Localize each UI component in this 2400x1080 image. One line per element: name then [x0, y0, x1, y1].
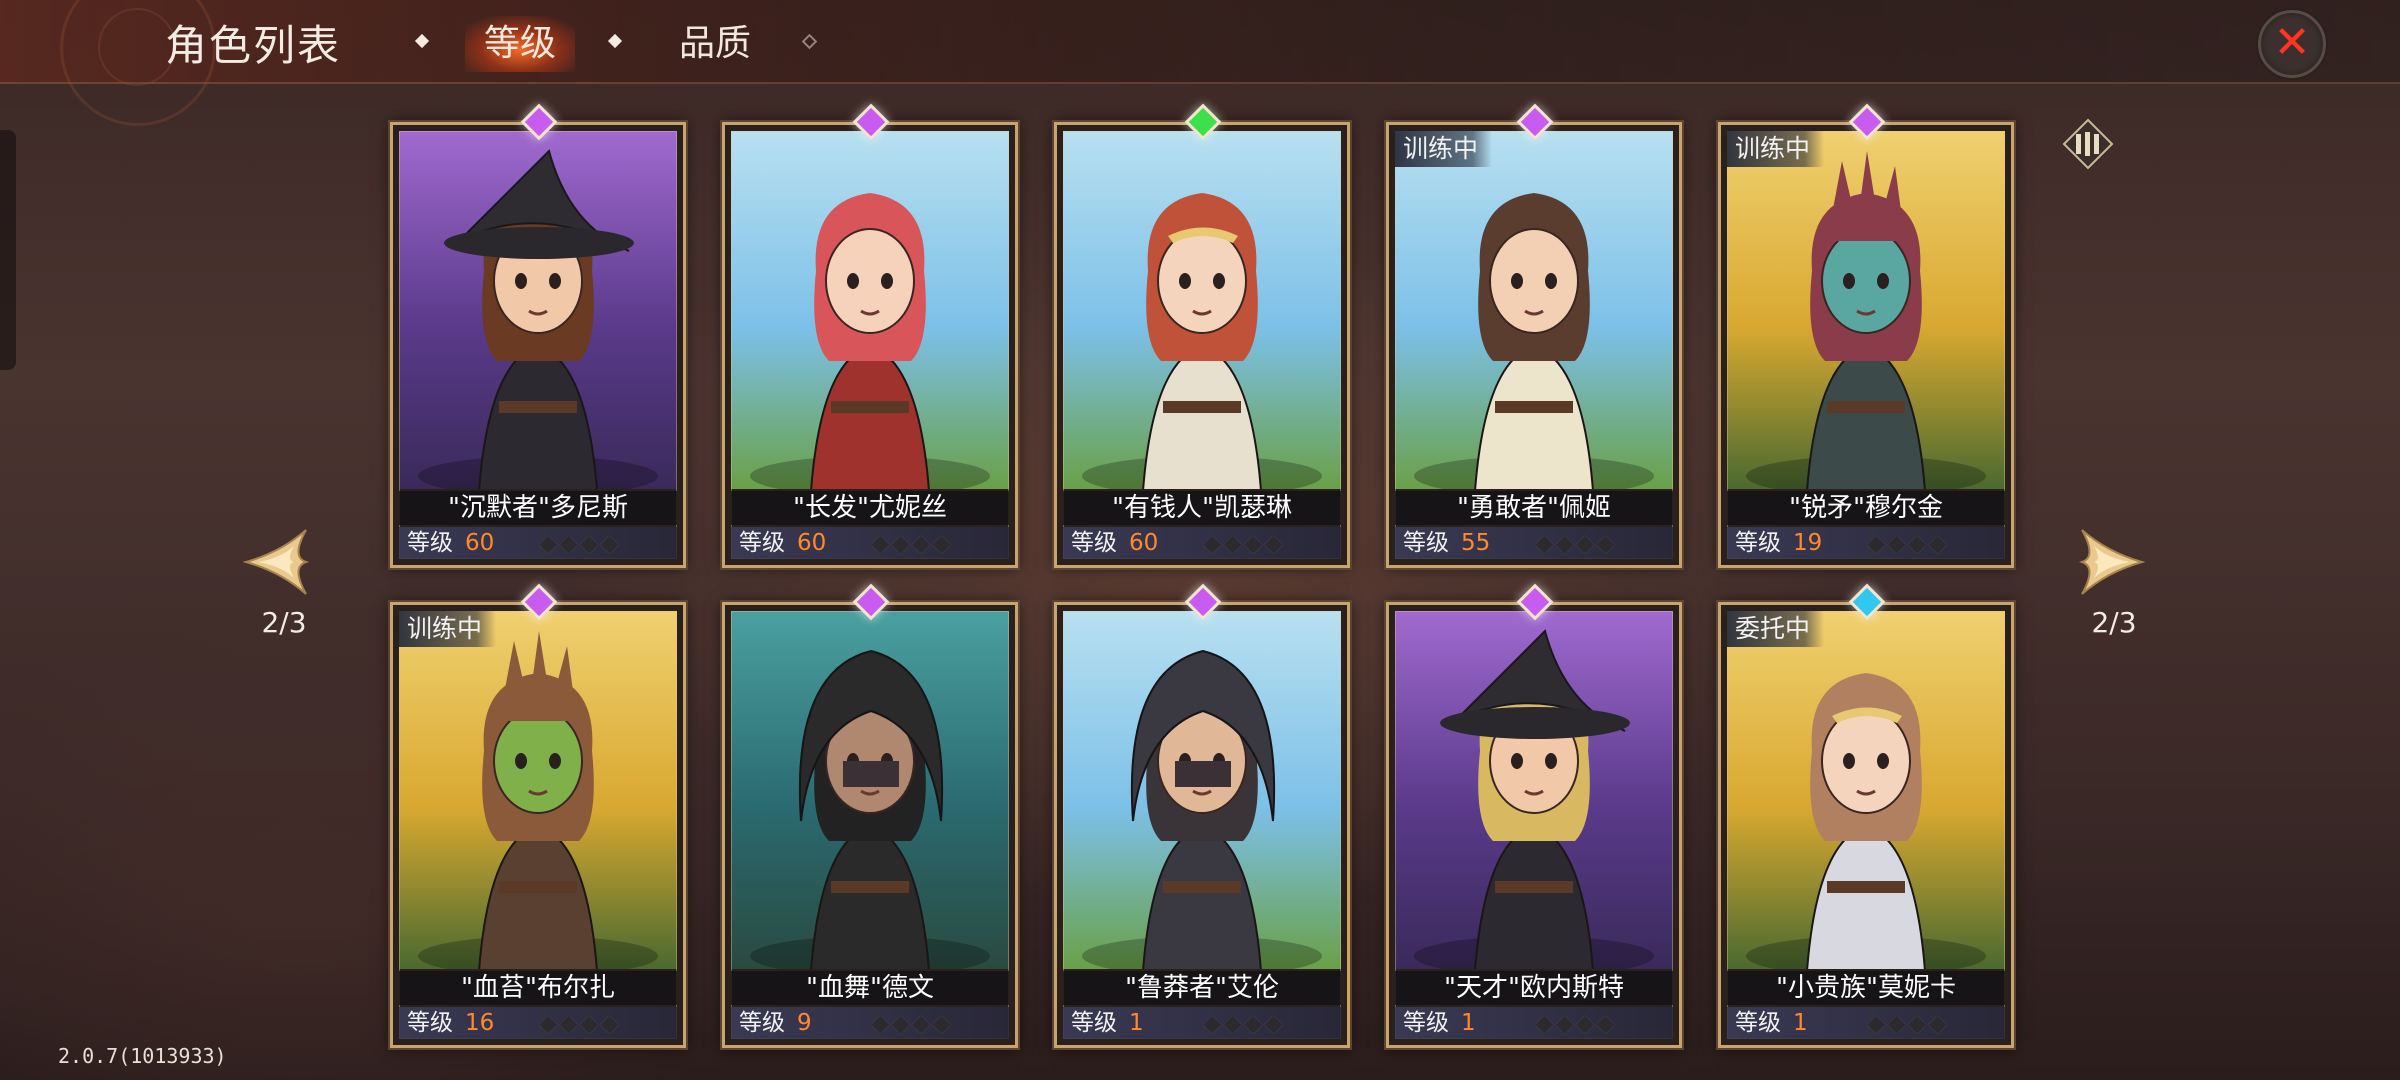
- level-value: 1: [1129, 1010, 1144, 1036]
- hero-card[interactable]: 委托中 "小贵族"莫妮卡 等级 1 ◆◆◆◆: [1718, 583, 2014, 1048]
- level-label: 等级: [1735, 530, 1781, 556]
- screen-root: 角色列表 等级 品质 ✕ 2/3 2/3 "沉默者"多尼斯 等级 60 ◆◆◆◆…: [0, 0, 2400, 1080]
- hero-name: "沉默者"多尼斯: [399, 491, 677, 525]
- hero-name: "锐矛"穆尔金: [1727, 491, 2005, 525]
- level-label: 等级: [1735, 1010, 1781, 1036]
- hero-name: "有钱人"凯瑟琳: [1063, 491, 1341, 525]
- status-tag: 委托中: [1727, 611, 1825, 647]
- tab-quality[interactable]: 品质: [660, 16, 770, 72]
- level-label: 等级: [739, 530, 785, 556]
- level-bar: 等级 60 ◆◆◆◆: [1063, 527, 1341, 559]
- level-value: 1: [1461, 1010, 1476, 1036]
- hero-card[interactable]: 训练中 "锐矛"穆尔金 等级 19 ◆◆◆◆: [1718, 103, 2014, 568]
- status-tag: 训练中: [1727, 131, 1825, 167]
- page-indicator-left: 2/3: [261, 606, 307, 639]
- level-label: 等级: [1403, 530, 1449, 556]
- hero-card[interactable]: "沉默者"多尼斯 等级 60 ◆◆◆◆: [390, 103, 686, 568]
- level-bar: 等级 1 ◆◆◆◆: [1063, 1007, 1341, 1039]
- inventory-bars-icon[interactable]: [2062, 118, 2114, 170]
- next-page-arrow-icon[interactable]: [2072, 522, 2152, 602]
- star-rating-icon: ◆◆◆◆: [1867, 529, 1949, 557]
- hero-name: "鲁莽者"艾伦: [1063, 971, 1341, 1005]
- hero-card[interactable]: "长发"尤妮丝 等级 60 ◆◆◆◆: [722, 103, 1018, 568]
- level-label: 等级: [739, 1010, 785, 1036]
- level-value: 55: [1461, 530, 1491, 556]
- header-bar: 角色列表 等级 品质 ✕: [0, 0, 2400, 126]
- level-bar: 等级 1 ◆◆◆◆: [1727, 1007, 2005, 1039]
- level-value: 19: [1793, 530, 1823, 556]
- close-icon: ✕: [2273, 17, 2311, 68]
- tab-separator-icon: [607, 33, 623, 49]
- hero-name: "血舞"德文: [731, 971, 1009, 1005]
- status-tag: 训练中: [399, 611, 497, 647]
- hero-card[interactable]: "天才"欧内斯特 等级 1 ◆◆◆◆: [1386, 583, 1682, 1048]
- hero-card[interactable]: "鲁莽者"艾伦 等级 1 ◆◆◆◆: [1054, 583, 1350, 1048]
- hero-name: "小贵族"莫妮卡: [1727, 971, 2005, 1005]
- hero-card[interactable]: "血舞"德文 等级 9 ◆◆◆◆: [722, 583, 1018, 1048]
- level-label: 等级: [1071, 1010, 1117, 1036]
- level-value: 60: [797, 530, 827, 556]
- level-bar: 等级 19 ◆◆◆◆: [1727, 527, 2005, 559]
- level-bar: 等级 9 ◆◆◆◆: [731, 1007, 1009, 1039]
- level-value: 60: [1129, 530, 1159, 556]
- level-bar: 等级 55 ◆◆◆◆: [1395, 527, 1673, 559]
- side-drawer-handle[interactable]: [0, 130, 16, 370]
- level-value: 60: [465, 530, 495, 556]
- hero-name: "天才"欧内斯特: [1395, 971, 1673, 1005]
- page-indicator-right: 2/3: [2091, 606, 2137, 639]
- star-rating-icon: ◆◆◆◆: [1867, 1009, 1949, 1037]
- hero-name: "血苔"布尔扎: [399, 971, 677, 1005]
- hero-card[interactable]: 训练中 "勇敢者"佩姬 等级 55 ◆◆◆◆: [1386, 103, 1682, 568]
- level-bar: 等级 60 ◆◆◆◆: [731, 527, 1009, 559]
- hero-card[interactable]: "有钱人"凯瑟琳 等级 60 ◆◆◆◆: [1054, 103, 1350, 568]
- level-value: 9: [797, 1010, 812, 1036]
- star-rating-icon: ◆◆◆◆: [871, 1009, 953, 1037]
- hero-name: "长发"尤妮丝: [731, 491, 1009, 525]
- star-rating-icon: ◆◆◆◆: [1203, 1009, 1285, 1037]
- star-rating-icon: ◆◆◆◆: [1535, 529, 1617, 557]
- star-rating-icon: ◆◆◆◆: [539, 1009, 621, 1037]
- level-label: 等级: [407, 1010, 453, 1036]
- level-label: 等级: [407, 530, 453, 556]
- star-rating-icon: ◆◆◆◆: [871, 529, 953, 557]
- hero-card[interactable]: 训练中 "血苔"布尔扎 等级 16 ◆◆◆◆: [390, 583, 686, 1048]
- level-bar: 等级 1 ◆◆◆◆: [1395, 1007, 1673, 1039]
- level-value: 1: [1793, 1010, 1808, 1036]
- level-bar: 等级 60 ◆◆◆◆: [399, 527, 677, 559]
- tab-level[interactable]: 等级: [465, 16, 575, 72]
- star-rating-icon: ◆◆◆◆: [1203, 529, 1285, 557]
- tab-separator-icon: [801, 33, 818, 50]
- prev-page-arrow-icon[interactable]: [236, 522, 316, 602]
- star-rating-icon: ◆◆◆◆: [1535, 1009, 1617, 1037]
- level-value: 16: [465, 1010, 495, 1036]
- level-label: 等级: [1071, 530, 1117, 556]
- tab-separator-icon: [414, 33, 430, 49]
- level-label: 等级: [1403, 1010, 1449, 1036]
- hero-name: "勇敢者"佩姬: [1395, 491, 1673, 525]
- page-title: 角色列表: [165, 21, 342, 70]
- version-label: 2.0.7(1013933): [58, 1044, 227, 1068]
- close-button[interactable]: ✕: [2258, 10, 2326, 78]
- star-rating-icon: ◆◆◆◆: [539, 529, 621, 557]
- level-bar: 等级 16 ◆◆◆◆: [399, 1007, 677, 1039]
- status-tag: 训练中: [1395, 131, 1493, 167]
